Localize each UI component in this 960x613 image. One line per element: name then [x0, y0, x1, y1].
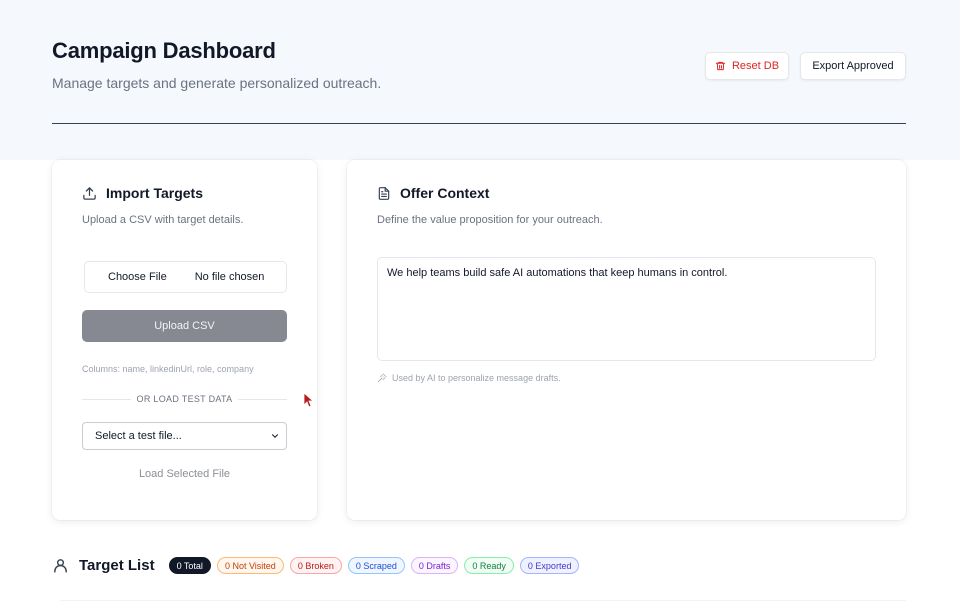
import-targets-card: Import Targets Upload a CSV with target … — [52, 160, 317, 520]
header-divider — [52, 123, 906, 124]
table-top-edge — [60, 600, 906, 601]
test-file-select-value: Select a test file... — [95, 430, 182, 442]
chevron-down-icon — [271, 434, 279, 438]
badge-total: 0 Total — [168, 557, 211, 574]
badge-drafts: 0 Drafts — [410, 557, 459, 574]
offer-context-title: Offer Context — [377, 185, 489, 201]
choose-file-button[interactable]: Choose File — [108, 271, 167, 283]
badge-ready: 0 Ready — [464, 557, 514, 574]
badge-exported: 0 Exported — [519, 557, 580, 574]
magic-wand-icon — [377, 373, 387, 383]
page-subtitle: Manage targets and generate personalized… — [52, 75, 382, 91]
trash-icon — [715, 61, 726, 71]
export-approved-button[interactable]: Export Approved — [800, 52, 906, 80]
target-list-header: Target List 0 Total 0 Not Visited 0 Brok… — [52, 557, 585, 574]
document-icon — [378, 186, 390, 200]
badge-not-visited: 0 Not Visited — [216, 557, 284, 574]
import-targets-description: Upload a CSV with target details. — [82, 214, 244, 226]
csv-file-input[interactable]: Choose File No file chosen — [84, 261, 287, 293]
target-list-title: Target List — [79, 557, 155, 574]
offer-context-card: Offer Context Define the value propositi… — [347, 160, 906, 520]
import-targets-title: Import Targets — [82, 185, 203, 201]
reset-db-button[interactable]: Reset DB — [705, 52, 789, 80]
offer-hint: Used by AI to personalize message drafts… — [377, 373, 561, 383]
load-selected-file-button[interactable]: Load Selected File — [82, 468, 287, 480]
export-approved-label: Export Approved — [812, 60, 894, 72]
mouse-cursor-icon — [303, 392, 313, 408]
or-load-test-data-label: OR LOAD TEST DATA — [136, 394, 233, 404]
columns-hint: Columns: name, linkedinUrl, role, compan… — [82, 364, 254, 374]
offer-context-description: Define the value proposition for your ou… — [377, 214, 603, 226]
page-title: Campaign Dashboard — [52, 38, 276, 63]
file-status: No file chosen — [194, 271, 265, 283]
upload-icon — [83, 186, 96, 200]
test-file-select[interactable]: Select a test file... — [82, 422, 287, 450]
user-icon — [54, 559, 67, 573]
reset-db-label: Reset DB — [731, 60, 780, 72]
upload-csv-button[interactable]: Upload CSV — [82, 310, 287, 342]
offer-context-textarea[interactable]: We help teams build safe AI automations … — [377, 257, 876, 361]
or-divider: OR LOAD TEST DATA — [82, 393, 288, 405]
badge-broken: 0 Broken — [289, 557, 342, 574]
badge-scraped: 0 Scraped — [347, 557, 405, 574]
